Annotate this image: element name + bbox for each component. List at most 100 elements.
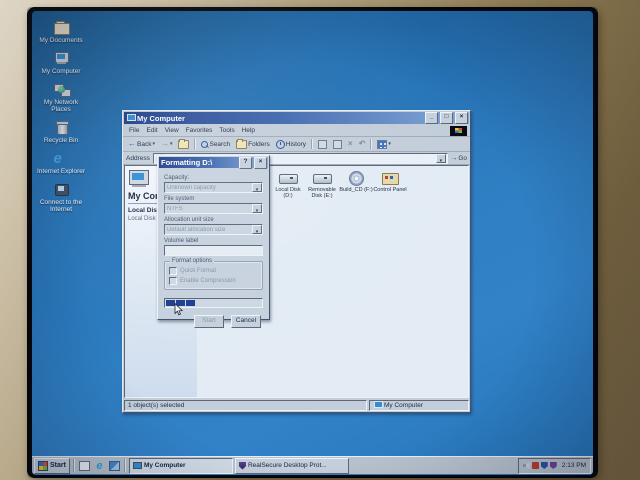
back-arrow-icon: ← bbox=[128, 139, 136, 148]
desktop-icon-label: Connect to the Internet bbox=[39, 199, 83, 213]
forward-arrow-icon: → bbox=[160, 139, 169, 148]
copy-to-button[interactable] bbox=[331, 139, 344, 150]
search-icon bbox=[201, 140, 209, 148]
quick-launch-item-3[interactable] bbox=[108, 460, 121, 472]
window-titlebar[interactable]: My Computer _ □ × bbox=[124, 112, 469, 124]
quick-format-checkbox bbox=[169, 267, 177, 275]
task-button-realsecure[interactable]: RealSecure Desktop Prot... bbox=[234, 457, 349, 474]
format-dialog: Formatting D:\ ? × Capacity: Unknown cap… bbox=[157, 155, 270, 328]
delete-button[interactable]: × bbox=[346, 139, 355, 149]
mouse-cursor bbox=[174, 302, 184, 321]
volume-icon[interactable] bbox=[522, 462, 530, 469]
realsecure-shield-icon bbox=[238, 461, 246, 470]
control-panel-icon bbox=[381, 171, 399, 185]
taskbar-divider bbox=[123, 459, 126, 472]
toolbar-separator bbox=[311, 139, 314, 149]
menu-view[interactable]: View bbox=[162, 126, 182, 135]
menu-tools[interactable]: Tools bbox=[216, 126, 237, 135]
capacity-combobox: Unknown capacity ▾ bbox=[164, 182, 263, 193]
taskbar-divider bbox=[72, 459, 75, 472]
tray-icon-blue-shield[interactable] bbox=[540, 462, 548, 469]
tray-icon-red[interactable] bbox=[531, 462, 539, 469]
desktop-icon-my-documents[interactable]: My Documents bbox=[34, 20, 88, 44]
desktop-icon-label: My Network Places bbox=[43, 99, 79, 113]
go-label: Go bbox=[458, 154, 467, 162]
format-options-label: Format options bbox=[170, 258, 215, 264]
format-options-group: Format options Quick Format Enable Compr… bbox=[164, 258, 263, 290]
forward-button[interactable]: → ▾ bbox=[159, 139, 175, 149]
desktop-icon-internet-explorer[interactable]: e Internet Explorer bbox=[34, 151, 88, 175]
desktop-icon-my-network-places[interactable]: My Network Places bbox=[34, 82, 88, 113]
undo-icon: ↶ bbox=[358, 139, 366, 148]
views-icon bbox=[377, 139, 388, 149]
menu-favorites[interactable]: Favorites bbox=[183, 126, 216, 135]
dialog-help-button[interactable]: ? bbox=[239, 156, 252, 169]
file-build-cd-f[interactable]: Build_CD (F:) bbox=[339, 171, 373, 193]
desktop-icon-connect-internet[interactable]: Connect to the Internet bbox=[34, 182, 88, 213]
taskbar: Start e My Computer RealSecure Desktop P… bbox=[32, 456, 593, 474]
webview-computer-icon bbox=[129, 170, 151, 188]
quick-launch-icon bbox=[108, 460, 120, 471]
menu-help[interactable]: Help bbox=[239, 126, 258, 135]
search-label: Search bbox=[209, 140, 231, 148]
history-button[interactable]: History bbox=[274, 139, 308, 150]
quick-launch-internet-explorer[interactable]: e bbox=[93, 460, 106, 472]
menu-edit[interactable]: Edit bbox=[143, 126, 160, 135]
file-label: Build_CD (F:) bbox=[339, 187, 373, 193]
capacity-dropdown-icon: ▾ bbox=[252, 183, 262, 193]
start-button-taskbar[interactable]: Start bbox=[34, 457, 70, 474]
show-desktop-icon bbox=[78, 460, 90, 471]
toolbar: ← Back ▾ → ▾ Search Folders History × ↶ … bbox=[123, 137, 470, 152]
status-selection: 1 object(s) selected bbox=[124, 399, 367, 411]
desktop-icon-column: My Documents My Computer My Network Plac… bbox=[34, 20, 88, 213]
file-local-disk-d[interactable]: Local Disk (D:) bbox=[271, 171, 305, 199]
system-tray: 2:13 PM bbox=[517, 457, 591, 474]
start-button: Start bbox=[194, 315, 224, 328]
maximize-button[interactable]: □ bbox=[440, 112, 453, 124]
desktop-icon-my-computer[interactable]: My Computer bbox=[34, 51, 88, 75]
allocation-dropdown-icon: ▾ bbox=[252, 225, 262, 235]
forward-dropdown-icon[interactable]: ▾ bbox=[170, 141, 173, 147]
undo-button[interactable]: ↶ bbox=[357, 139, 368, 149]
folders-button[interactable]: Folders bbox=[234, 138, 272, 150]
close-button[interactable]: × bbox=[455, 112, 468, 124]
go-button[interactable]: → Go bbox=[451, 155, 467, 162]
desktop-icon-recycle-bin[interactable]: Recycle Bin bbox=[34, 120, 88, 144]
minimize-button[interactable]: _ bbox=[425, 112, 438, 124]
up-button[interactable] bbox=[176, 138, 191, 150]
tray-icon-purple-shield[interactable] bbox=[549, 462, 557, 469]
delete-icon: × bbox=[348, 139, 353, 148]
file-control-panel[interactable]: Control Panel bbox=[373, 171, 407, 193]
dialog-title: Formatting D:\ bbox=[161, 158, 213, 167]
back-dropdown-icon[interactable]: ▾ bbox=[152, 141, 155, 147]
search-button[interactable]: Search bbox=[199, 140, 232, 149]
menu-file[interactable]: File bbox=[126, 126, 142, 135]
status-bar: 1 object(s) selected My Computer bbox=[123, 398, 470, 412]
folders-label: Folders bbox=[248, 140, 270, 148]
back-button[interactable]: ← Back ▾ bbox=[126, 139, 157, 149]
status-zone: My Computer bbox=[369, 399, 469, 411]
desktop-icon-label: Internet Explorer bbox=[36, 168, 86, 175]
removable-disk-icon bbox=[313, 171, 332, 185]
recycle-bin-icon bbox=[53, 120, 70, 135]
internet-explorer-icon: e bbox=[53, 150, 62, 167]
capacity-label: Capacity: bbox=[164, 175, 190, 181]
monitor-bezel: My Documents My Computer My Network Plac… bbox=[0, 0, 640, 480]
move-to-button[interactable] bbox=[316, 139, 329, 150]
quick-launch-show-desktop[interactable] bbox=[78, 460, 91, 472]
desktop-icon-label: My Computer bbox=[41, 68, 81, 75]
file-removable-disk-e[interactable]: Removable Disk (E:) bbox=[305, 171, 339, 199]
dialog-titlebar[interactable]: Formatting D:\ ? × bbox=[159, 156, 268, 169]
task-button-my-computer[interactable]: My Computer bbox=[128, 457, 233, 474]
dialog-close-button[interactable]: × bbox=[254, 156, 267, 169]
volume-label-input[interactable] bbox=[164, 245, 263, 256]
history-icon bbox=[275, 139, 285, 149]
views-button[interactable]: ▾ bbox=[375, 139, 393, 150]
folders-icon bbox=[236, 138, 248, 149]
move-to-icon bbox=[318, 139, 328, 149]
file-label: Removable Disk (E:) bbox=[308, 187, 336, 199]
address-dropdown-button[interactable]: ▾ bbox=[435, 153, 446, 164]
go-arrow-icon: → bbox=[450, 154, 458, 162]
network-places-icon bbox=[53, 82, 71, 97]
cancel-button[interactable]: Cancel bbox=[231, 315, 261, 328]
